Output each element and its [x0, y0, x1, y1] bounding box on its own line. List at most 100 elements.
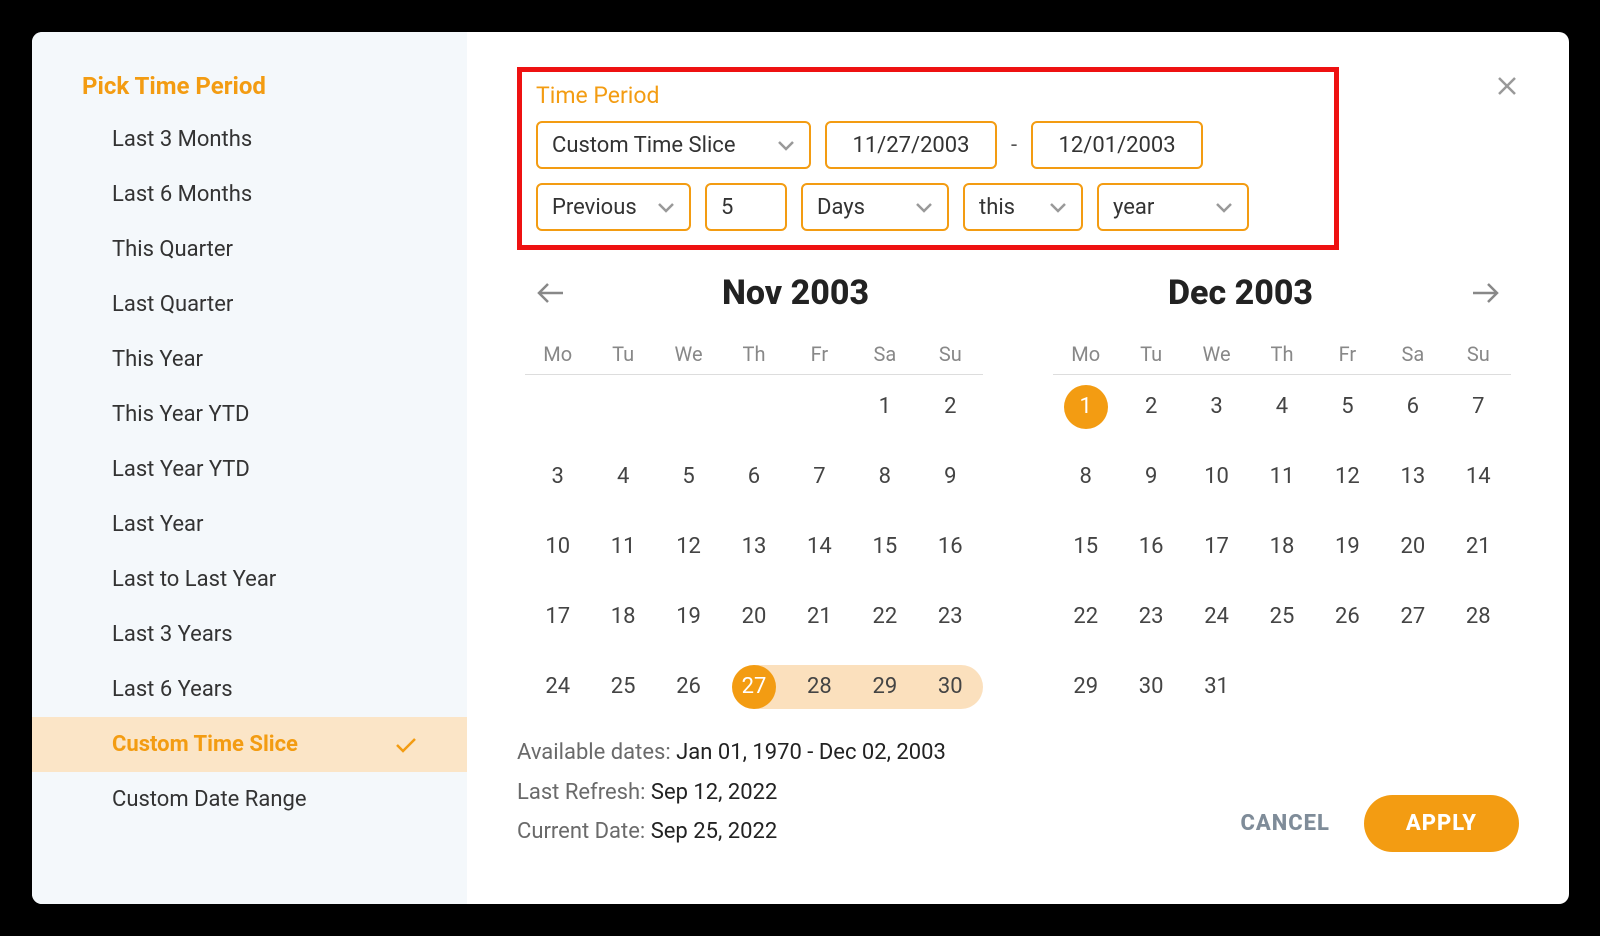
sidebar-item[interactable]: Last 6 Months	[32, 167, 467, 222]
calendar-day[interactable]: 5	[656, 455, 721, 499]
current-date-label: Current Date:	[517, 819, 651, 844]
calendar-day[interactable]: 15	[852, 525, 917, 569]
time-period-modal: Pick Time Period Last 3 MonthsLast 6 Mon…	[32, 32, 1569, 904]
calendar-day[interactable]: 3	[525, 455, 590, 499]
calendar-day[interactable]: 11	[1249, 455, 1314, 499]
calendar-day[interactable]: 29	[852, 665, 917, 709]
calendar-day[interactable]: 27	[721, 665, 786, 709]
sidebar-item[interactable]: Last 3 Years	[32, 607, 467, 662]
calendar-day[interactable]: 10	[525, 525, 590, 569]
calendar-day[interactable]: 26	[1315, 595, 1380, 639]
calendar-day[interactable]: 18	[1249, 525, 1314, 569]
sidebar-item[interactable]: Last 6 Years	[32, 662, 467, 717]
calendar-day[interactable]: 2	[918, 385, 983, 429]
select-value: year	[1113, 195, 1154, 220]
sidebar-item[interactable]: Custom Date Range	[32, 772, 467, 827]
sidebar-item[interactable]: Last Quarter	[32, 277, 467, 332]
apply-button[interactable]: APPLY	[1364, 795, 1519, 852]
time-period-type-select[interactable]: Custom Time Slice	[536, 121, 811, 169]
close-icon[interactable]	[1495, 74, 1519, 98]
calendar-day[interactable]: 11	[590, 525, 655, 569]
calendar-day[interactable]: 6	[721, 455, 786, 499]
calendar-day[interactable]: 2	[1118, 385, 1183, 429]
calendar-day[interactable]: 10	[1184, 455, 1249, 499]
calendar-day[interactable]: 27	[1380, 595, 1445, 639]
calendar-day[interactable]: 12	[1315, 455, 1380, 499]
calendar-day[interactable]: 19	[656, 595, 721, 639]
date-from-input[interactable]: 11/27/2003	[825, 121, 997, 169]
time-period-label: Time Period	[536, 82, 1320, 109]
calendar-day[interactable]: 7	[787, 455, 852, 499]
cancel-button[interactable]: CANCEL	[1240, 811, 1329, 836]
calendar-day[interactable]: 22	[852, 595, 917, 639]
scope-select[interactable]: this	[963, 183, 1083, 231]
calendar-day[interactable]: 4	[1249, 385, 1314, 429]
calendar-day[interactable]: 18	[590, 595, 655, 639]
calendar-day[interactable]: 26	[656, 665, 721, 709]
calendar-day[interactable]: 8	[852, 455, 917, 499]
unit-select[interactable]: Days	[801, 183, 949, 231]
calendar-day[interactable]: 19	[1315, 525, 1380, 569]
scope-unit-select[interactable]: year	[1097, 183, 1249, 231]
calendar-day[interactable]: 7	[1446, 385, 1511, 429]
weekday-label: Sa	[1380, 342, 1445, 366]
calendar-day[interactable]: 14	[1446, 455, 1511, 499]
count-input[interactable]: 5	[705, 183, 787, 231]
date-to-input[interactable]: 12/01/2003	[1031, 121, 1203, 169]
calendar-day[interactable]: 16	[1118, 525, 1183, 569]
calendar-day[interactable]: 1	[852, 385, 917, 429]
prev-month-icon[interactable]	[527, 272, 573, 314]
chevron-down-icon	[763, 139, 795, 151]
sidebar-item[interactable]: This Year YTD	[32, 387, 467, 442]
weekday-label: Th	[721, 342, 786, 366]
calendar-day[interactable]: 20	[721, 595, 786, 639]
calendar-day[interactable]: 12	[656, 525, 721, 569]
calendar-day[interactable]: 21	[787, 595, 852, 639]
sidebar-item[interactable]: This Quarter	[32, 222, 467, 277]
sidebar-item[interactable]: Last Year	[32, 497, 467, 552]
weekday-label: Fr	[787, 342, 852, 366]
calendar-day[interactable]: 6	[1380, 385, 1445, 429]
calendar-day[interactable]: 21	[1446, 525, 1511, 569]
calendar-day[interactable]: 17	[1184, 525, 1249, 569]
calendar-day[interactable]: 1	[1053, 385, 1118, 429]
calendar-day[interactable]: 30	[1118, 665, 1183, 709]
available-dates-label: Available dates:	[517, 740, 676, 765]
sidebar-item-label: This Year YTD	[112, 402, 249, 427]
calendar-day[interactable]: 28	[787, 665, 852, 709]
calendar-day[interactable]: 5	[1315, 385, 1380, 429]
calendar-day[interactable]: 24	[525, 665, 590, 709]
sidebar-item[interactable]: Last Year YTD	[32, 442, 467, 497]
calendar-day[interactable]: 9	[1118, 455, 1183, 499]
calendar-day[interactable]: 25	[1249, 595, 1314, 639]
calendar-day[interactable]: 28	[1446, 595, 1511, 639]
sidebar-item[interactable]: This Year	[32, 332, 467, 387]
calendar-day[interactable]: 22	[1053, 595, 1118, 639]
calendar-day[interactable]: 14	[787, 525, 852, 569]
calendar-day[interactable]: 24	[1184, 595, 1249, 639]
calendar-day[interactable]: 3	[1184, 385, 1249, 429]
next-month-icon[interactable]	[1463, 272, 1509, 314]
direction-select[interactable]: Previous	[536, 183, 691, 231]
calendar-day[interactable]: 23	[1118, 595, 1183, 639]
calendar-day[interactable]: 29	[1053, 665, 1118, 709]
calendar-day[interactable]: 13	[721, 525, 786, 569]
sidebar-item[interactable]: Last 3 Months	[32, 112, 467, 167]
chevron-down-icon	[901, 201, 933, 213]
calendar-day[interactable]: 25	[590, 665, 655, 709]
sidebar-item[interactable]: Last to Last Year	[32, 552, 467, 607]
calendar-day[interactable]: 8	[1053, 455, 1118, 499]
calendar-day[interactable]: 20	[1380, 525, 1445, 569]
sidebar-item-label: Last 3 Years	[112, 622, 233, 647]
calendar-day[interactable]: 4	[590, 455, 655, 499]
calendar-day[interactable]: 13	[1380, 455, 1445, 499]
calendar-day[interactable]: 15	[1053, 525, 1118, 569]
calendar-day[interactable]: 31	[1184, 665, 1249, 709]
select-value: Days	[817, 195, 865, 220]
calendar-day[interactable]: 17	[525, 595, 590, 639]
calendar-day[interactable]: 16	[918, 525, 983, 569]
calendar-day[interactable]: 9	[918, 455, 983, 499]
sidebar-item[interactable]: Custom Time Slice	[32, 717, 467, 772]
calendar-day[interactable]: 23	[918, 595, 983, 639]
calendar-day[interactable]: 30	[918, 665, 983, 709]
